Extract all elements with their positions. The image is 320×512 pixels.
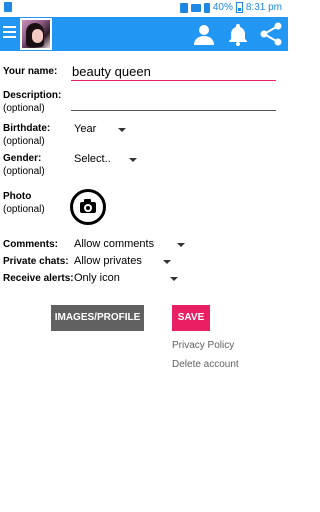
gender-optional: (optional) <box>3 166 45 177</box>
birthdate-optional: (optional) <box>3 136 45 147</box>
avatar-face <box>32 29 43 43</box>
privacy-policy-link[interactable]: Privacy Policy <box>172 340 234 351</box>
bell-icon[interactable] <box>226 22 250 46</box>
name-input-underline <box>71 80 276 81</box>
description-input-underline <box>71 110 276 111</box>
receive-alerts-label: Receive alerts: <box>3 273 74 284</box>
name-label: Your name: <box>3 66 58 77</box>
sim-icon <box>179 2 188 13</box>
receive-alerts-select[interactable]: Only icon <box>74 272 120 285</box>
description-input[interactable] <box>71 92 276 110</box>
images-profile-button[interactable]: IMAGES/PROFILE <box>51 305 144 331</box>
camera-lens <box>84 204 92 212</box>
gender-label: Gender: <box>3 153 42 164</box>
description-optional: (optional) <box>3 103 45 114</box>
profile-icon[interactable] <box>192 22 216 46</box>
battery-percent: 40% <box>212 2 233 13</box>
birthdate-select[interactable]: Year <box>74 123 96 136</box>
share-icon[interactable] <box>259 22 283 46</box>
name-input[interactable]: beauty queen <box>72 64 151 79</box>
comments-select[interactable]: Allow comments <box>74 238 154 251</box>
photo-optional: (optional) <box>3 204 45 215</box>
status-left-icons <box>4 2 12 12</box>
signal-icon <box>190 3 201 12</box>
notification-icon <box>4 2 12 12</box>
clock: 8:31 pm <box>245 2 282 13</box>
description-label: Description: <box>3 90 62 101</box>
status-bar: 40% 8:31 pm <box>0 0 288 17</box>
gender-dropdown-icon <box>129 158 137 162</box>
status-right-icons: 40% 8:31 pm <box>179 2 282 13</box>
app-bar <box>0 17 288 51</box>
delete-account-link[interactable]: Delete account <box>172 359 239 370</box>
private-chats-label: Private chats: <box>3 256 69 267</box>
gender-select[interactable]: Select.. <box>74 153 111 166</box>
birthdate-label: Birthdate: <box>3 123 51 134</box>
receive-alerts-dropdown-icon <box>170 277 178 281</box>
private-chats-dropdown-icon <box>163 260 171 264</box>
battery-icon <box>235 2 243 13</box>
signal-icon-2 <box>203 2 210 13</box>
menu-icon[interactable] <box>3 26 16 40</box>
comments-dropdown-icon <box>177 243 185 247</box>
camera-icon[interactable] <box>70 189 106 225</box>
photo-label: Photo <box>3 191 32 202</box>
avatar[interactable] <box>20 18 52 50</box>
birthdate-dropdown-icon <box>118 128 126 132</box>
save-button[interactable]: SAVE <box>172 305 210 331</box>
private-chats-select[interactable]: Allow privates <box>74 255 142 268</box>
comments-label: Comments: <box>3 239 59 250</box>
